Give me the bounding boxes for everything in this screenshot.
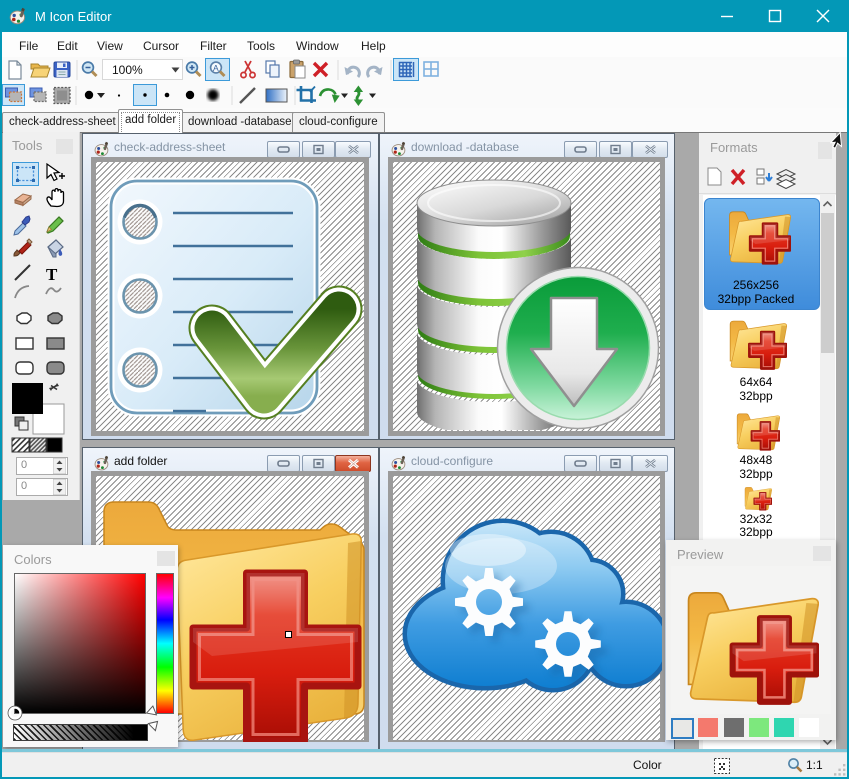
svg-text:T: T: [46, 265, 58, 284]
svg-text:A: A: [213, 63, 219, 73]
svg-text:100%: 100%: [112, 63, 143, 77]
